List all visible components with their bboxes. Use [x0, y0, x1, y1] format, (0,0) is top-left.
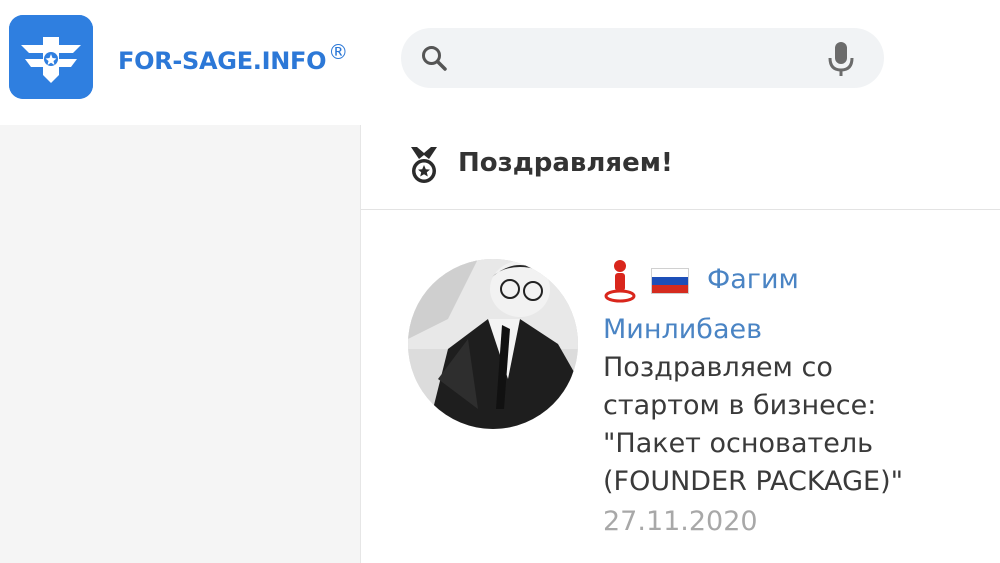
- flag-ru-icon: [651, 268, 689, 294]
- page: FOR-SAGE.INFO ® Поздравляем! Фагим Минли…: [0, 0, 1000, 563]
- logo-glyph: [9, 15, 93, 99]
- user-last-name[interactable]: Минлибаев: [603, 311, 1000, 349]
- top-header: FOR-SAGE.INFO ®: [0, 0, 1000, 125]
- congrats-date: 27.11.2020: [603, 506, 758, 537]
- search-input[interactable]: [461, 40, 815, 78]
- user-first-name[interactable]: Фагим: [707, 261, 799, 299]
- avatar-photo: [408, 259, 578, 429]
- medal-icon: [411, 147, 437, 183]
- search-bar: [401, 28, 884, 88]
- avatar[interactable]: [408, 259, 578, 429]
- logo-mark[interactable]: [9, 15, 93, 99]
- congrats-message: Поздравляем со стартом в бизнесе: "Пакет…: [603, 352, 904, 497]
- name-line: Фагим: [603, 255, 1000, 303]
- site-name: FOR-SAGE.INFO: [118, 47, 327, 75]
- congrats-card: Фагим Минлибаев Поздравляем со стартом в…: [603, 255, 1000, 541]
- left-panel: [0, 125, 360, 563]
- section-divider: [361, 209, 1000, 210]
- registered-mark: ®: [328, 40, 348, 64]
- user-location-icon: [604, 260, 636, 303]
- search-icon[interactable]: [419, 43, 449, 73]
- section-title: Поздравляем!: [458, 148, 673, 178]
- congrats-section-header: Поздравляем!: [361, 125, 1000, 209]
- site-logo-text[interactable]: FOR-SAGE.INFO ®: [118, 40, 348, 75]
- mic-icon[interactable]: [826, 40, 856, 78]
